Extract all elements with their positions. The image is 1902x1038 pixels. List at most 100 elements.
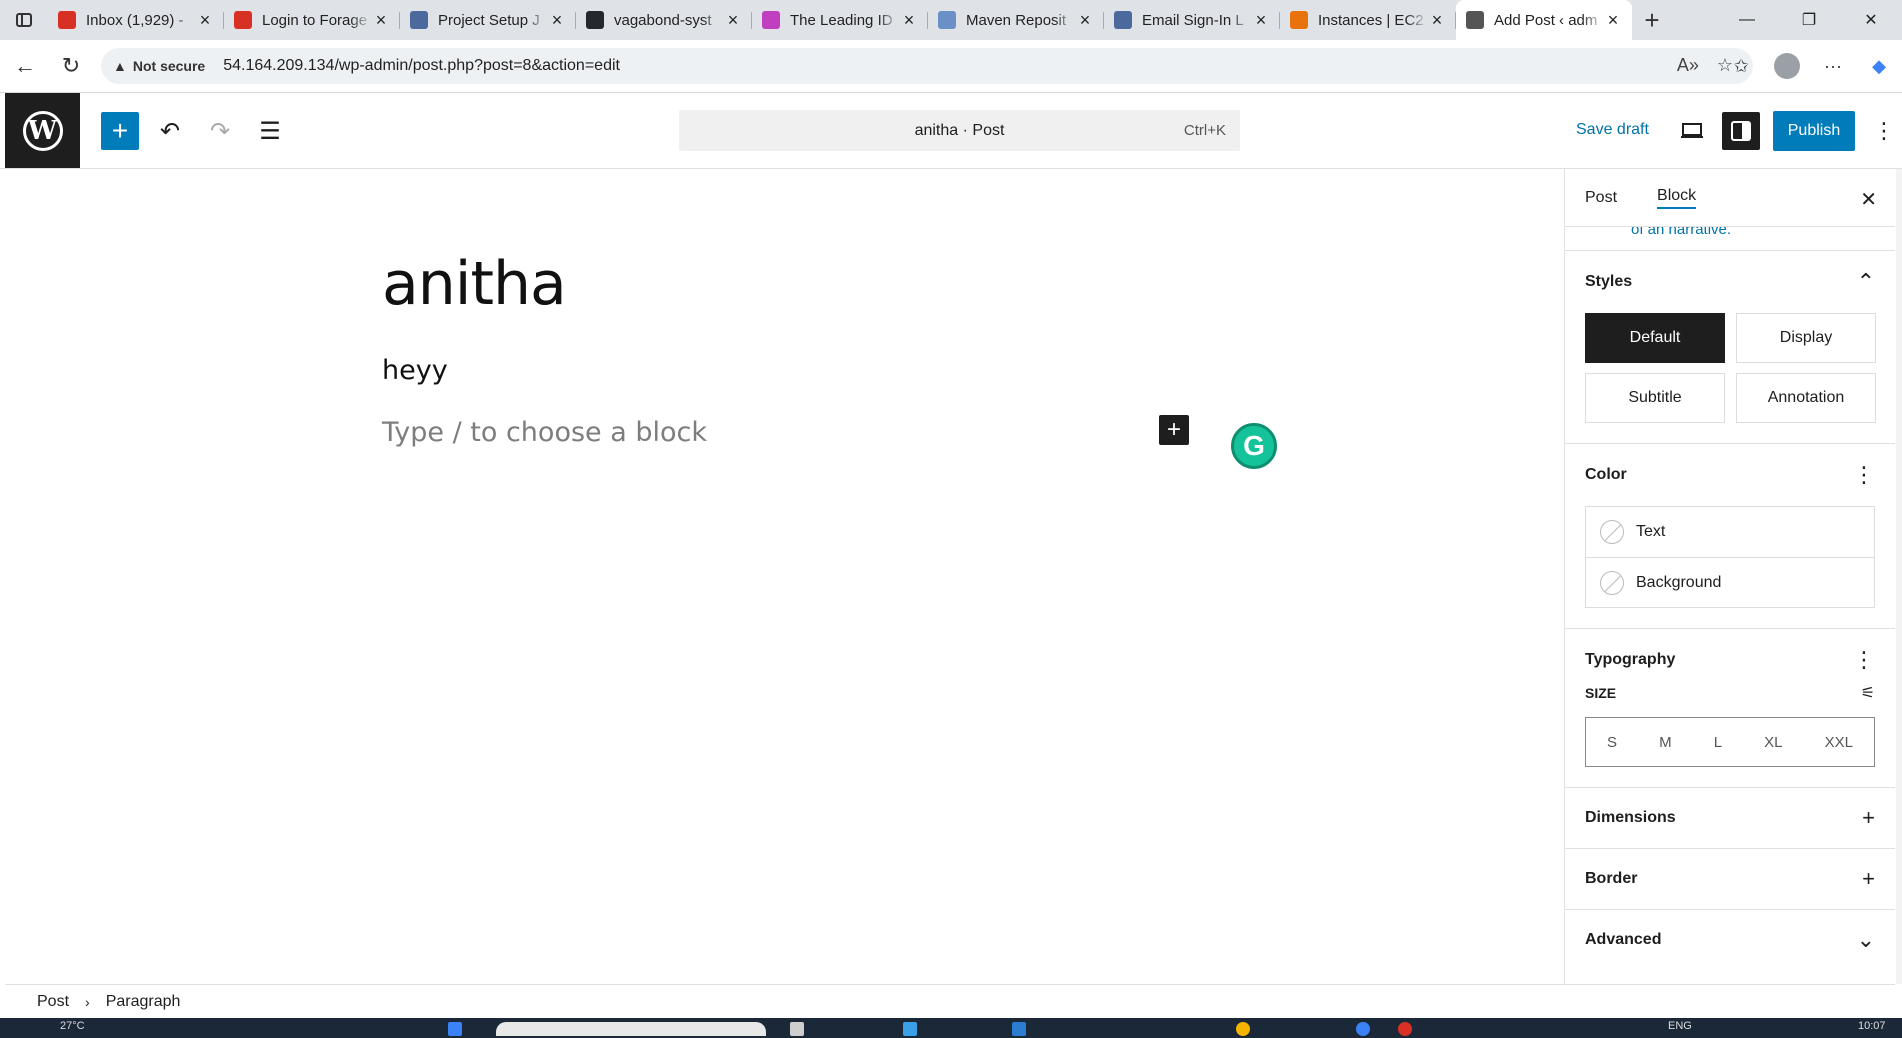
minimize-icon[interactable]: — [1716, 0, 1778, 40]
restore-icon[interactable]: ❐ [1778, 0, 1840, 40]
post-title[interactable]: anitha [382, 249, 567, 319]
size-xxl-option[interactable]: XXL [1825, 734, 1853, 751]
browser-tab[interactable]: Inbox (1,929) - × [48, 0, 224, 40]
chevron-up-icon[interactable]: ⌃ [1857, 269, 1875, 295]
redo-icon: ↷ [209, 117, 231, 145]
taskbar-app-icon[interactable] [448, 1022, 462, 1036]
forage-icon [410, 11, 428, 29]
style-subtitle-button[interactable]: Subtitle [1585, 373, 1725, 423]
size-m-option[interactable]: M [1659, 734, 1672, 751]
taskbar-app-icon[interactable] [903, 1022, 917, 1036]
font-size-picker: S M L XL XXL [1585, 717, 1875, 767]
close-window-icon[interactable]: ✕ [1840, 0, 1902, 40]
dimensions-panel[interactable]: Dimensions + [1565, 788, 1895, 849]
plus-icon[interactable]: + [1862, 805, 1875, 831]
plus-icon[interactable]: + [1862, 866, 1875, 892]
more-menu-icon[interactable]: ··· [1810, 48, 1856, 84]
search-pill[interactable] [496, 1022, 766, 1036]
browser-tab[interactable]: Email Sign-In L × [1104, 0, 1280, 40]
taskbar-app-icon[interactable] [1012, 1022, 1026, 1036]
styles-panel-header[interactable]: Styles ⌃ [1585, 251, 1875, 313]
taskbar-app-icon[interactable] [1398, 1022, 1412, 1036]
aws-icon [1290, 11, 1308, 29]
close-tab-icon[interactable]: × [548, 10, 566, 31]
style-default-button[interactable]: Default [1585, 313, 1725, 363]
border-panel[interactable]: Border + [1565, 849, 1895, 910]
settings-sidebar-toggle-icon[interactable] [1722, 112, 1760, 150]
close-tab-icon[interactable]: × [372, 10, 390, 31]
tab-title: vagabond-syst [614, 11, 712, 29]
size-xl-option[interactable]: XL [1764, 734, 1782, 751]
browser-tab[interactable]: Login to Forage × [224, 0, 400, 40]
chevron-down-icon[interactable]: ⌄ [1857, 927, 1875, 953]
close-tab-icon[interactable]: × [1604, 10, 1622, 31]
close-tab-icon[interactable]: × [1076, 10, 1094, 31]
style-annotation-button[interactable]: Annotation [1736, 373, 1876, 423]
command-palette-bar[interactable]: anitha · Post Ctrl+K [679, 110, 1240, 151]
custom-size-toggle-icon[interactable]: ⚟ [1861, 683, 1875, 703]
size-l-option[interactable]: L [1714, 734, 1722, 751]
close-tab-icon[interactable]: × [724, 10, 742, 31]
taskbar-app-icon[interactable] [1236, 1022, 1250, 1036]
back-icon[interactable]: ← [2, 46, 48, 86]
clock-text: 10:07 [1858, 1020, 1886, 1032]
address-bar[interactable]: ▲ Not secure 54.164.209.134/wp-admin/pos… [101, 48, 1753, 84]
color-heading: Color [1585, 466, 1627, 483]
tab-post[interactable]: Post [1585, 189, 1617, 207]
new-tab-button[interactable]: + [1632, 5, 1672, 36]
taskbar-app-icon[interactable] [790, 1022, 804, 1036]
block-inserter-button[interactable]: + [101, 112, 139, 150]
close-tab-icon[interactable]: × [1428, 10, 1446, 31]
text-color-option[interactable]: Text [1586, 507, 1874, 557]
close-tab-icon[interactable]: × [900, 10, 918, 31]
wordpress-logo[interactable]: W [5, 93, 80, 168]
border-heading: Border [1585, 870, 1638, 887]
typography-heading: Typography [1585, 651, 1676, 668]
advanced-panel[interactable]: Advanced ⌄ [1565, 910, 1895, 970]
breadcrumb-paragraph[interactable]: Paragraph [106, 993, 181, 1011]
tab-title: Add Post ‹ adm [1494, 11, 1598, 29]
empty-swatch-icon [1600, 570, 1624, 595]
preview-icon[interactable] [1673, 112, 1711, 150]
editor-canvas[interactable]: anitha heyy Type / to choose a block + G [5, 169, 1564, 984]
gmail-icon [234, 11, 252, 29]
browser-tab[interactable]: Instances | EC2 × [1280, 0, 1456, 40]
close-sidebar-icon[interactable]: ✕ [1860, 187, 1877, 212]
breadcrumb-post[interactable]: Post [37, 993, 69, 1011]
options-menu-icon[interactable]: ⋮ [1872, 112, 1896, 150]
publish-button[interactable]: Publish [1773, 111, 1855, 151]
copilot-icon[interactable]: ◆ [1856, 48, 1902, 84]
style-display-button[interactable]: Display [1736, 313, 1876, 363]
read-aloud-icon[interactable]: A» [1677, 55, 1699, 76]
paragraph-block[interactable]: heyy [382, 355, 448, 386]
tab-actions-icon[interactable] [0, 0, 48, 40]
refresh-icon[interactable]: ↻ [48, 46, 94, 86]
inline-block-inserter-button[interactable]: + [1159, 415, 1189, 445]
background-color-option[interactable]: Background [1586, 557, 1874, 607]
favorites-icon[interactable]: ✩ [1718, 48, 1764, 84]
save-draft-button[interactable]: Save draft [1576, 121, 1649, 139]
url-text[interactable]: 54.164.209.134/wp-admin/post.php?post=8&… [223, 57, 620, 75]
close-tab-icon[interactable]: × [1252, 10, 1270, 31]
advanced-heading: Advanced [1585, 931, 1662, 948]
size-s-option[interactable]: S [1607, 734, 1617, 751]
tab-block[interactable]: Block [1657, 187, 1697, 209]
profile-avatar[interactable] [1774, 53, 1800, 79]
sidebar-scrollbar[interactable] [1896, 169, 1902, 984]
taskbar-app-icon[interactable] [1356, 1022, 1370, 1036]
browser-tab[interactable]: Add Post ‹ adm × [1456, 0, 1632, 40]
browser-tab[interactable]: Maven Reposit × [928, 0, 1104, 40]
browser-tab[interactable]: The Leading ID × [752, 0, 928, 40]
close-tab-icon[interactable]: × [196, 10, 214, 31]
typography-options-icon[interactable]: ⋮ [1853, 647, 1875, 673]
command-shortcut: Ctrl+K [1183, 122, 1226, 139]
browser-tab[interactable]: vagabond-syst × [576, 0, 752, 40]
undo-icon[interactable]: ↶ [151, 112, 189, 150]
grammarly-icon[interactable]: G [1231, 423, 1277, 469]
empty-block-placeholder[interactable]: Type / to choose a block [382, 417, 707, 448]
block-breadcrumb: Post › Paragraph [5, 984, 1895, 1018]
document-overview-icon[interactable]: ☰ [251, 112, 289, 150]
browser-tab[interactable]: Project Setup J × [400, 0, 576, 40]
github-icon [586, 11, 604, 29]
color-options-icon[interactable]: ⋮ [1853, 462, 1875, 488]
